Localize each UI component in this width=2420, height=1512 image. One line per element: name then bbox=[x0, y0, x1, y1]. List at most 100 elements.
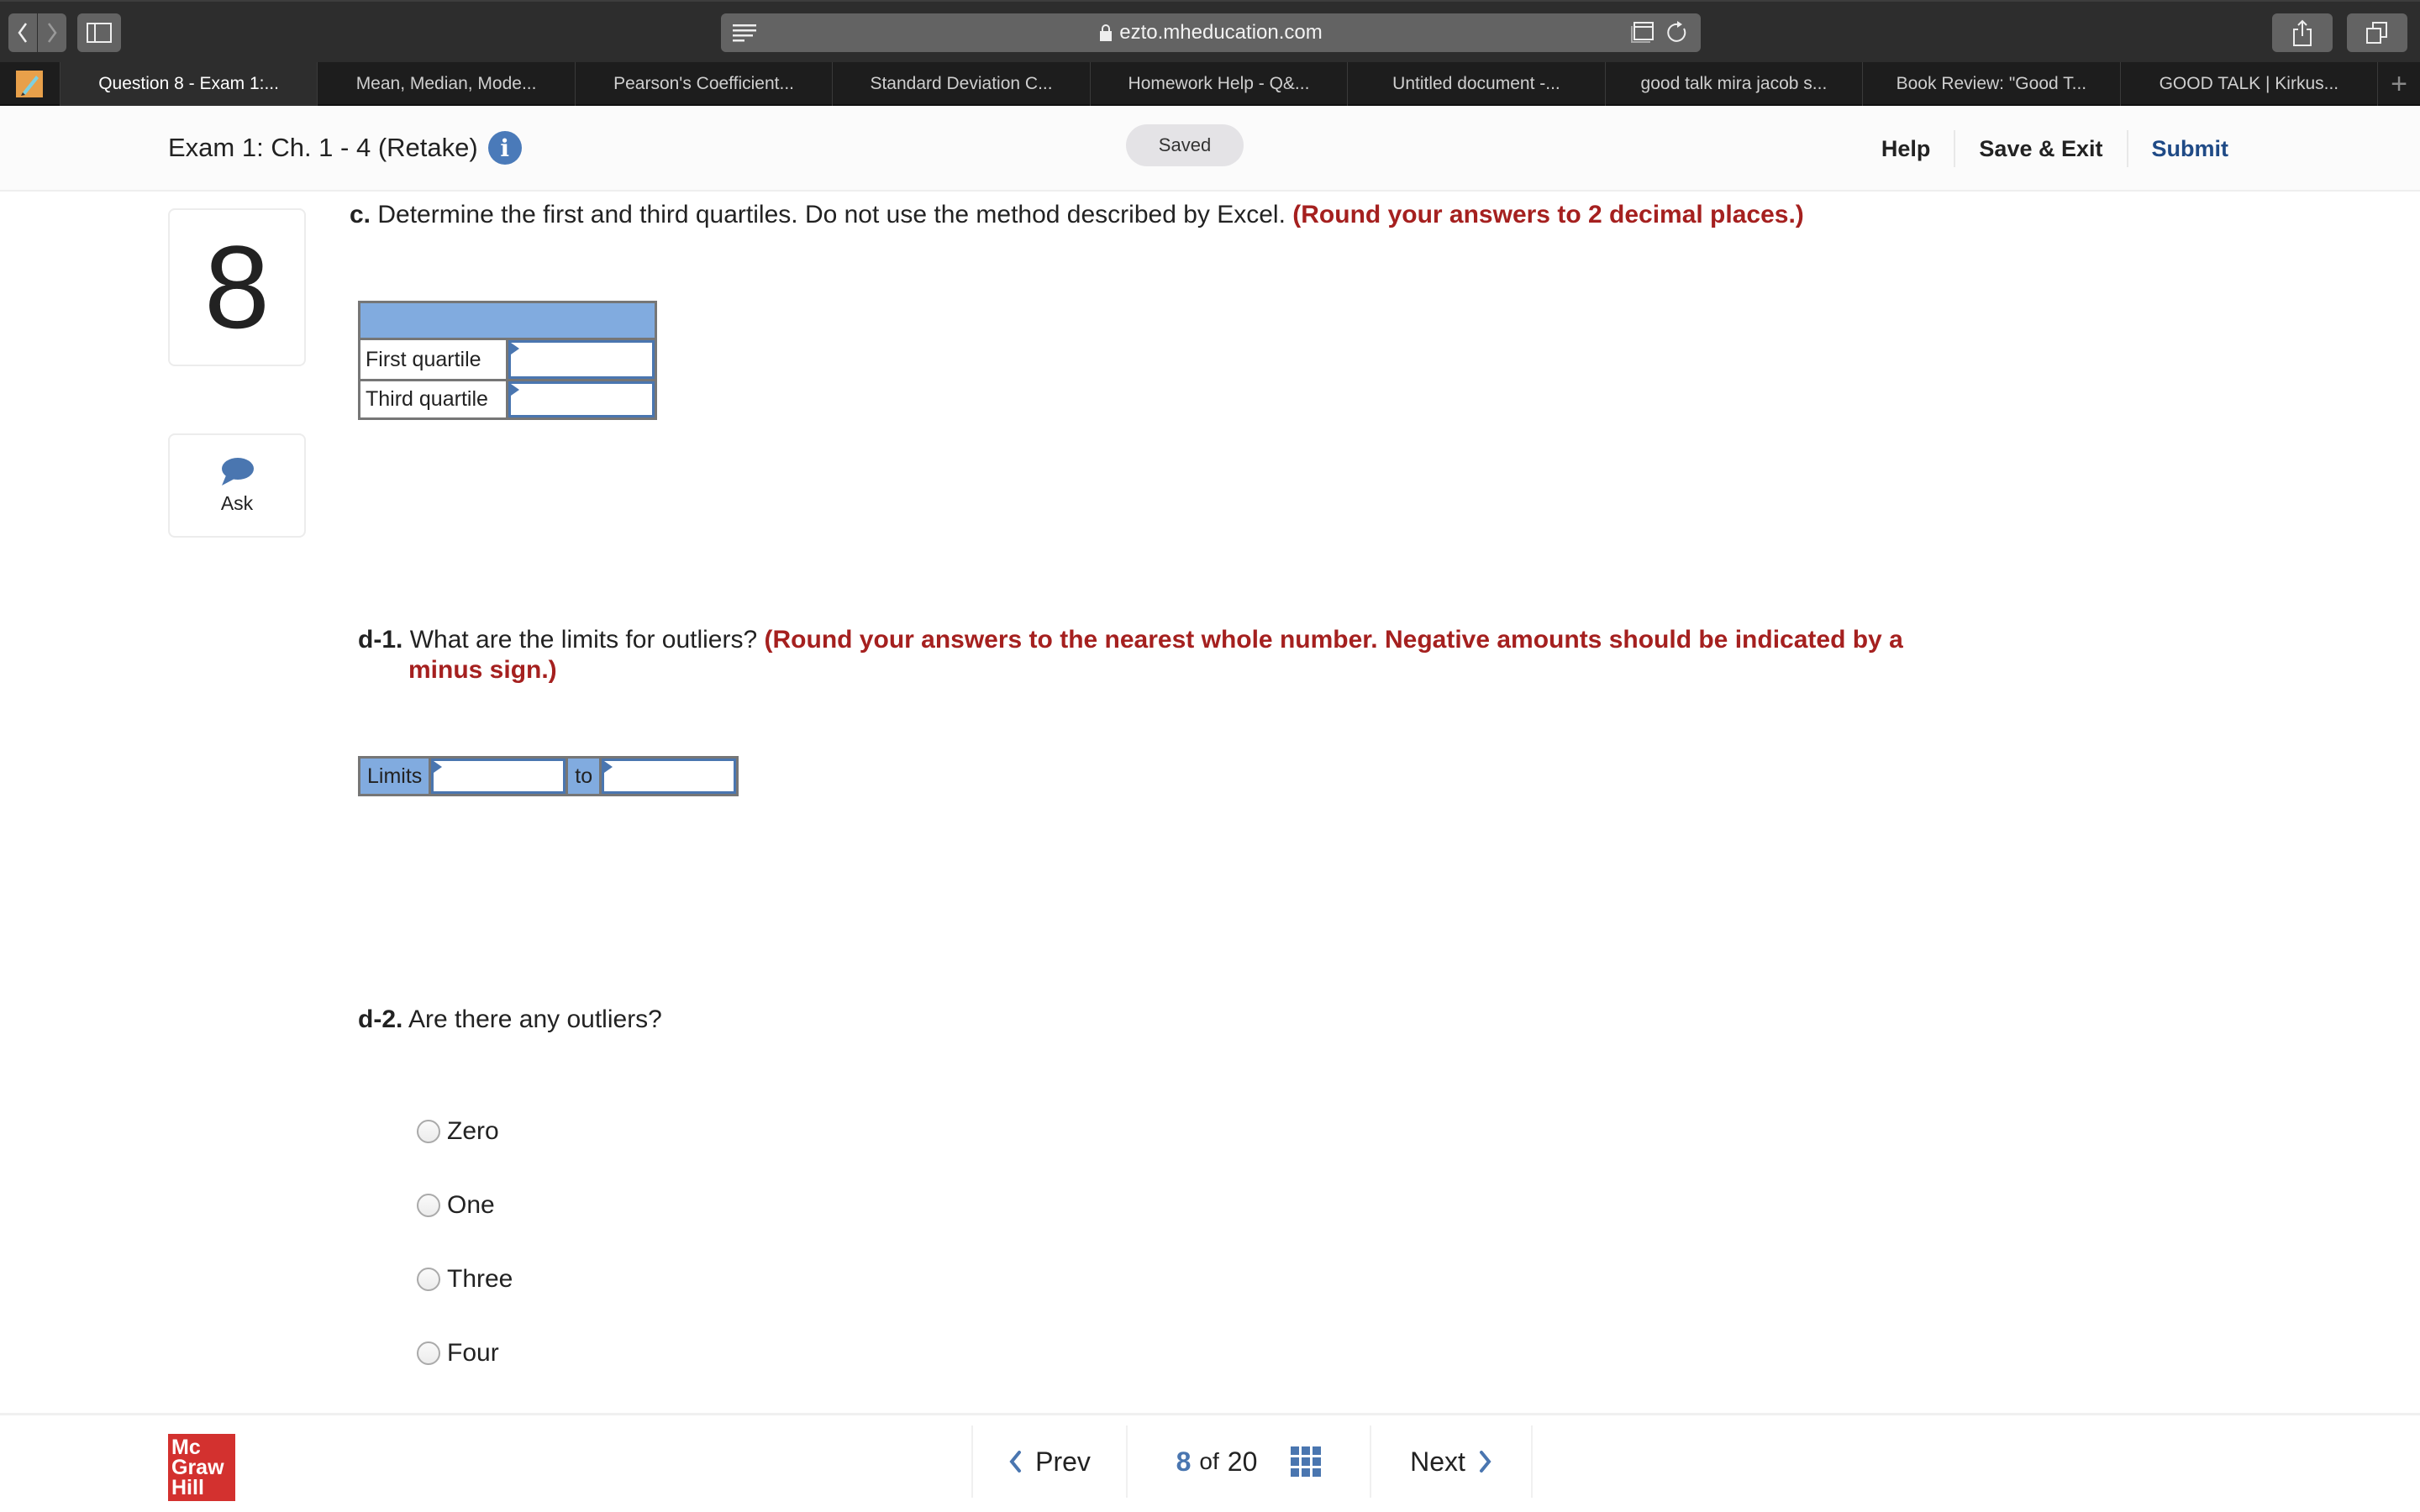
browser-tab[interactable]: Homework Help - Q&... bbox=[1091, 62, 1349, 106]
forward-button[interactable] bbox=[38, 13, 66, 52]
third-quartile-label: Third quartile bbox=[360, 381, 508, 417]
browser-toolbar: ezto.mheducation.com bbox=[0, 0, 2420, 62]
lock-icon bbox=[1100, 24, 1113, 41]
reload-icon[interactable] bbox=[1667, 20, 1689, 45]
radio-button[interactable] bbox=[417, 1120, 440, 1143]
sidebar-icon bbox=[87, 23, 112, 43]
submit-link[interactable]: Submit bbox=[2126, 130, 2253, 167]
part-c-text: Determine the first and third quartiles.… bbox=[377, 201, 1286, 228]
ask-button[interactable]: Ask bbox=[168, 433, 306, 538]
table-row: Third quartile bbox=[360, 379, 655, 417]
save-status-badge: Saved bbox=[1126, 124, 1244, 166]
to-label: to bbox=[568, 759, 600, 794]
browser-tab[interactable]: GOOD TALK | Kirkus... bbox=[2121, 62, 2379, 106]
browser-tab[interactable]: Untitled document -... bbox=[1348, 62, 1606, 106]
mcgraw-hill-logo: Mc Graw Hill bbox=[168, 1434, 235, 1501]
share-button[interactable] bbox=[2272, 13, 2333, 52]
url-text: ezto.mheducation.com bbox=[1119, 21, 1323, 44]
browser-tab[interactable]: Standard Deviation C... bbox=[833, 62, 1091, 106]
of-label: of bbox=[1199, 1448, 1219, 1474]
browser-tab[interactable]: good talk mira jacob s... bbox=[1606, 62, 1864, 106]
share-icon bbox=[2293, 19, 2312, 46]
header-actions: Help Save & Exit Submit bbox=[1858, 128, 2252, 170]
chevron-right-icon bbox=[47, 23, 57, 43]
save-exit-link[interactable]: Save & Exit bbox=[1954, 130, 2126, 167]
back-button[interactable] bbox=[8, 13, 37, 52]
lower-limit-cell bbox=[431, 759, 566, 794]
part-d1-text: What are the limits for outliers? bbox=[409, 626, 758, 654]
part-d1-hint-continued: minus sign.) bbox=[408, 656, 557, 684]
browser-tab[interactable]: Question 8 - Exam 1:... bbox=[60, 62, 318, 106]
sidebar-toggle-button[interactable] bbox=[77, 13, 121, 52]
option-label: One bbox=[447, 1191, 495, 1219]
prev-label: Prev bbox=[1035, 1446, 1091, 1477]
speech-bubble-icon bbox=[222, 457, 254, 486]
option-zero[interactable]: Zero bbox=[417, 1117, 499, 1146]
question-counter[interactable]: 8 of 20 bbox=[1126, 1425, 1370, 1498]
third-quartile-cell bbox=[508, 381, 655, 417]
tab-overview-icon[interactable] bbox=[1630, 21, 1655, 45]
browser-tab[interactable]: Book Review: "Good T... bbox=[1863, 62, 2121, 106]
first-quartile-label: First quartile bbox=[360, 340, 508, 379]
next-button[interactable]: Next bbox=[1370, 1425, 1533, 1498]
question-part-c: c. Determine the first and third quartil… bbox=[350, 200, 1804, 230]
part-c-label: c. bbox=[350, 201, 371, 228]
part-d2-text: Are there any outliers? bbox=[408, 1005, 662, 1033]
total-pages: 20 bbox=[1227, 1446, 1258, 1477]
first-quartile-cell bbox=[508, 340, 655, 379]
table-row: First quartile bbox=[360, 340, 655, 379]
option-label: Three bbox=[447, 1265, 513, 1293]
limits-label: Limits bbox=[360, 759, 429, 794]
show-tabs-button[interactable] bbox=[2347, 13, 2407, 52]
chevron-left-icon bbox=[1009, 1451, 1022, 1473]
logo-line: Hill bbox=[171, 1476, 204, 1499]
part-c-hint: (Round your answers to 2 decimal places.… bbox=[1292, 201, 1804, 228]
logo-line: Mc bbox=[171, 1436, 201, 1459]
third-quartile-input[interactable] bbox=[511, 384, 652, 415]
help-link[interactable]: Help bbox=[1858, 130, 1954, 167]
exam-header: Exam 1: Ch. 1 - 4 (Retake) i Saved Help … bbox=[0, 106, 2420, 192]
option-label: Four bbox=[447, 1339, 499, 1367]
pinned-tab[interactable] bbox=[0, 62, 60, 106]
upper-limit-input[interactable] bbox=[604, 761, 734, 791]
exam-title: Exam 1: Ch. 1 - 4 (Retake) bbox=[168, 133, 478, 162]
quartiles-table-header bbox=[360, 303, 655, 340]
question-pager: Prev 8 of 20 Next bbox=[971, 1425, 1533, 1498]
radio-button[interactable] bbox=[417, 1341, 440, 1365]
radio-button[interactable] bbox=[417, 1194, 440, 1217]
prev-button[interactable]: Prev bbox=[971, 1425, 1126, 1498]
footer-nav: Mc Graw Hill Prev 8 of 20 Next bbox=[0, 1413, 2420, 1512]
browser-tab[interactable]: Pearson's Coefficient... bbox=[576, 62, 834, 106]
upper-limit-cell bbox=[602, 759, 737, 794]
option-four[interactable]: Four bbox=[417, 1339, 499, 1368]
part-d2-label: d-2. bbox=[358, 1005, 403, 1033]
part-d1-label: d-1. bbox=[358, 626, 403, 654]
browser-tab[interactable]: Mean, Median, Mode... bbox=[318, 62, 576, 106]
outlier-limits-row: Limits to bbox=[358, 756, 739, 796]
first-quartile-input[interactable] bbox=[511, 343, 652, 376]
radio-button[interactable] bbox=[417, 1268, 440, 1291]
option-three[interactable]: Three bbox=[417, 1265, 513, 1294]
lower-limit-input[interactable] bbox=[434, 761, 564, 791]
option-one[interactable]: One bbox=[417, 1191, 495, 1220]
address-bar[interactable]: ezto.mheducation.com bbox=[721, 13, 1701, 52]
quartiles-table: First quartile Third quartile bbox=[358, 301, 657, 420]
grid-icon[interactable] bbox=[1291, 1446, 1322, 1477]
question-number-card: 8 bbox=[168, 208, 306, 366]
info-icon[interactable]: i bbox=[487, 131, 522, 165]
chevron-right-icon bbox=[1479, 1451, 1491, 1473]
question-part-d1: d-1. What are the limits for outliers? (… bbox=[358, 625, 1954, 685]
exam-title-group: Exam 1: Ch. 1 - 4 (Retake) i bbox=[168, 131, 522, 165]
next-label: Next bbox=[1410, 1446, 1465, 1477]
chevron-left-icon bbox=[18, 23, 28, 43]
tabs-icon bbox=[2366, 22, 2387, 44]
option-label: Zero bbox=[447, 1117, 499, 1145]
logo-line: Graw bbox=[171, 1456, 224, 1479]
question-part-d2: d-2. Are there any outliers? bbox=[358, 1005, 662, 1035]
pencil-favicon-icon bbox=[16, 71, 44, 97]
current-page: 8 bbox=[1176, 1446, 1192, 1477]
new-tab-button[interactable]: + bbox=[2378, 62, 2420, 106]
tab-bar: Question 8 - Exam 1:... Mean, Median, Mo… bbox=[0, 62, 2420, 106]
part-d1-hint: (Round your answers to the nearest whole… bbox=[764, 626, 1903, 654]
ask-label: Ask bbox=[220, 491, 254, 514]
